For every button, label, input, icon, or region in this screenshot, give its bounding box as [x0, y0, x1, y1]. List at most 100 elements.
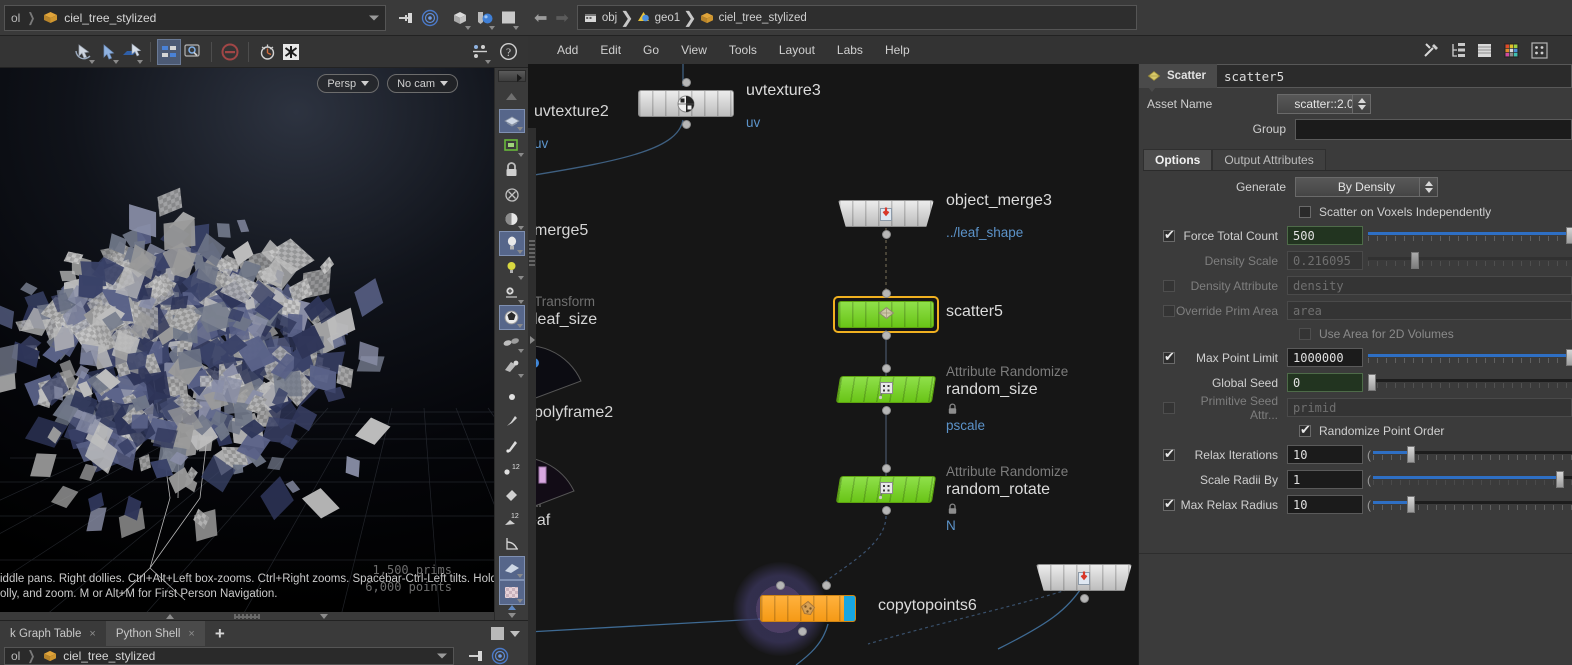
node-input-port-1[interactable] [822, 581, 831, 590]
chevron-down-icon[interactable] [516, 599, 523, 604]
tree-list-icon[interactable] [1451, 42, 1466, 59]
points-12-icon[interactable]: 12 [499, 458, 525, 483]
curve-icon[interactable] [499, 531, 525, 556]
chevron-down-icon[interactable] [517, 373, 524, 378]
close-icon[interactable]: × [89, 628, 95, 640]
chevron-down-icon[interactable] [517, 349, 524, 354]
density-attribute-input[interactable]: density [1287, 276, 1572, 295]
select-object-icon[interactable] [72, 39, 96, 65]
scene-path-field[interactable]: ol ❯ ciel_tree_stylized [4, 4, 386, 31]
globe-timer-icon[interactable] [255, 39, 279, 65]
relax-iterations-slider[interactable]: ( [1367, 445, 1572, 464]
menu-help[interactable]: Help [874, 36, 921, 64]
density-scale-slider[interactable] [1368, 251, 1572, 270]
tab-graph-table[interactable]: k Graph Table × [0, 621, 106, 647]
select-point-icon[interactable] [96, 39, 120, 65]
node-uvtexture3[interactable]: uvtexture3 uv [638, 78, 821, 130]
node-flag-strip[interactable] [844, 596, 855, 621]
density-scale-input[interactable]: 0.216095 [1287, 251, 1363, 270]
splitter-grip[interactable] [234, 613, 260, 619]
node-name-field[interactable]: scatter5 [1217, 64, 1572, 88]
menu-layout[interactable]: Layout [768, 36, 826, 64]
generate-dropdown[interactable]: By Density [1295, 177, 1438, 197]
node-input-port[interactable] [681, 78, 691, 87]
chevron-down-icon[interactable] [137, 59, 143, 64]
collapse-up-icon[interactable] [499, 84, 525, 109]
brush-icon[interactable] [499, 409, 525, 434]
menu-edit[interactable]: Edit [589, 36, 632, 64]
snap-icon[interactable] [498, 555, 525, 581]
network-breadcrumb[interactable]: obj ❯ geo1 ❯ ciel_tree_stylized [576, 5, 1137, 30]
network-left-strip[interactable] [528, 128, 536, 665]
no-entry-icon[interactable] [218, 39, 242, 65]
menu-labs[interactable]: Labs [826, 36, 874, 64]
breadcrumb-ciel-tree[interactable]: ciel_tree_stylized [700, 12, 807, 24]
chevron-down-icon[interactable] [517, 300, 524, 305]
pane-menu-icon[interactable] [510, 630, 520, 637]
pin-icon[interactable] [394, 5, 418, 31]
chevron-down-icon[interactable] [517, 226, 524, 231]
soccer-ball-icon[interactable] [498, 305, 525, 330]
primitive-seed-attr-input[interactable]: primid [1287, 398, 1572, 417]
half-sphere-icon[interactable] [499, 207, 525, 232]
back-icon[interactable]: ⬅ [534, 8, 547, 28]
green-frame-icon[interactable] [499, 133, 525, 158]
max-relax-radius-slider[interactable]: ( [1367, 495, 1572, 514]
node-input-port-0[interactable] [776, 581, 785, 590]
target-icon[interactable] [488, 646, 512, 665]
density-attribute-checkbox[interactable] [1163, 279, 1175, 292]
target-icon[interactable] [418, 5, 442, 31]
view-mode-pill[interactable]: Persp [317, 74, 380, 93]
node-output-port[interactable] [881, 406, 891, 415]
menu-add[interactable]: Add [546, 36, 589, 64]
tab-options[interactable]: Options [1143, 149, 1213, 170]
handle-icon[interactable] [120, 39, 144, 65]
global-seed-slider[interactable] [1368, 373, 1572, 392]
max-relax-radius-checkbox[interactable] [1163, 496, 1175, 512]
node-output-port[interactable] [881, 230, 891, 239]
chevron-down-icon[interactable] [465, 25, 471, 30]
node-output-port[interactable] [881, 331, 891, 340]
node-copytopoints6[interactable]: copytopoints6 [733, 562, 977, 656]
chevron-down-icon[interactable] [516, 250, 523, 255]
node-output-port[interactable] [1079, 594, 1089, 603]
node-output-port[interactable] [881, 506, 891, 515]
force-total-count-checkbox[interactable] [1163, 227, 1175, 243]
max-relax-radius-input[interactable]: 10 [1287, 495, 1363, 514]
scroll-down-icon[interactable] [507, 613, 516, 619]
node-random-rotate[interactable]: Attribute Randomize random_rotate N [835, 464, 1068, 533]
menu-tools[interactable]: Tools [718, 36, 768, 64]
point-light-icon[interactable] [499, 256, 525, 281]
lock-icon[interactable] [499, 158, 525, 183]
layers-icon[interactable] [1477, 42, 1492, 59]
menu-view[interactable]: View [670, 36, 718, 64]
override-prim-area-input[interactable]: area [1287, 301, 1572, 320]
scroll-indicator[interactable] [497, 70, 526, 83]
close-icon[interactable]: × [188, 628, 194, 640]
splitter-collapse-down-icon[interactable] [320, 613, 328, 619]
splitter-grip[interactable] [529, 238, 535, 266]
chevron-down-icon[interactable] [113, 59, 119, 64]
camera-select-pill[interactable]: No cam [387, 74, 458, 93]
use-area-2d-checkbox[interactable] [1299, 328, 1311, 340]
node-box[interactable] [760, 595, 856, 622]
paint-bucket-icon[interactable] [499, 482, 525, 507]
max-point-limit-slider[interactable] [1368, 348, 1572, 367]
light-bulb-icon[interactable] [498, 231, 525, 257]
splitter-collapse-up-icon[interactable] [166, 613, 174, 619]
viewport-3d[interactable]: Persp No cam 1,500 prims 6,000 points id… [0, 68, 494, 620]
node-box[interactable] [838, 301, 934, 328]
parameter-node-tab[interactable]: Scatter [1139, 64, 1217, 92]
randomize-point-order-checkbox[interactable] [1299, 422, 1311, 438]
diamond-display-icon[interactable] [498, 108, 525, 134]
viewport-splitter[interactable] [0, 612, 494, 620]
override-prim-area-checkbox[interactable] [1163, 304, 1175, 317]
group-input[interactable] [1295, 118, 1572, 140]
point-icon[interactable] [499, 384, 525, 409]
color-palette-icon[interactable] [1503, 42, 1520, 59]
chevron-down-icon[interactable] [369, 15, 379, 20]
blank-swatch-icon[interactable] [496, 5, 520, 31]
tab-output-attributes[interactable]: Output Attributes [1212, 149, 1326, 170]
prims-12-icon[interactable]: 12 [499, 507, 525, 532]
spinner-icon[interactable] [1352, 95, 1370, 113]
